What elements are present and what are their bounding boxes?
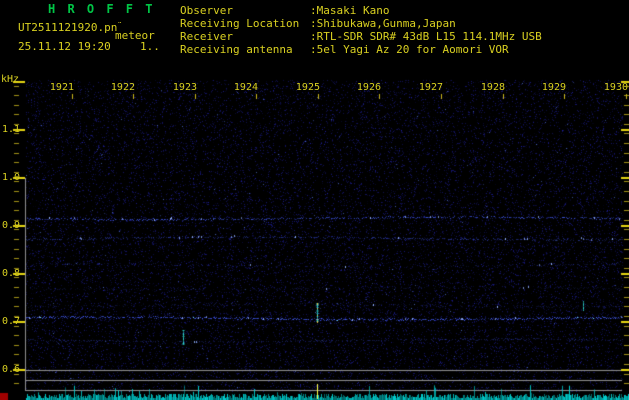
time-tick-label-1928: 1928: [480, 82, 505, 93]
freq-tick-label-0.6: 0.6: [1, 364, 20, 375]
time-tick-label-1924: 1924: [233, 82, 258, 93]
file-name: UT2511121920.pn: [18, 21, 118, 34]
field-label-0: Observer: [180, 4, 233, 17]
time-tick-label-1926: 1926: [356, 82, 381, 93]
app-title: H R O F F T: [48, 2, 155, 16]
field-value-3: :5el Yagi Az 20 for Aomori VOR: [310, 43, 509, 56]
field-value-1: :Shibukawa,Gunma,Japan: [310, 17, 456, 30]
time-tick-label-1930: 1930: [603, 82, 628, 93]
counter-label: 1..: [140, 40, 160, 53]
time-tick-label-1922: 1922: [110, 82, 135, 93]
field-label-2: Receiver: [180, 30, 233, 43]
freq-tick-label-1.0: 1.0: [1, 172, 20, 183]
time-tick-label-1921: 1921: [49, 82, 74, 93]
time-tick-label-1925: 1925: [295, 82, 320, 93]
field-value-2: :RTL-SDR SDR# 43dB L15 114.1MHz USB: [310, 30, 542, 43]
freq-tick-label-0.7: 0.7: [1, 316, 20, 327]
field-label-3: Receiving antenna: [180, 43, 293, 56]
freq-tick-label-1.1: 1.1: [1, 124, 20, 135]
field-label-1: Receiving Location: [180, 17, 300, 30]
freq-axis-unit: kHz: [1, 74, 20, 85]
freq-tick-label-0.8: 0.8: [1, 268, 20, 279]
time-tick-label-1927: 1927: [418, 82, 443, 93]
hrofft-screen: H R O F F T UT2511121920.pn ¨ meteor 25.…: [0, 0, 629, 400]
time-tick-label-1923: 1923: [172, 82, 197, 93]
spectrogram-canvas: [0, 0, 629, 400]
field-value-0: :Masaki Kano: [310, 4, 390, 17]
datetime-label: 25.11.12 19:20: [18, 40, 111, 53]
time-tick-label-1929: 1929: [541, 82, 566, 93]
freq-tick-label-0.9: 0.9: [1, 220, 20, 231]
